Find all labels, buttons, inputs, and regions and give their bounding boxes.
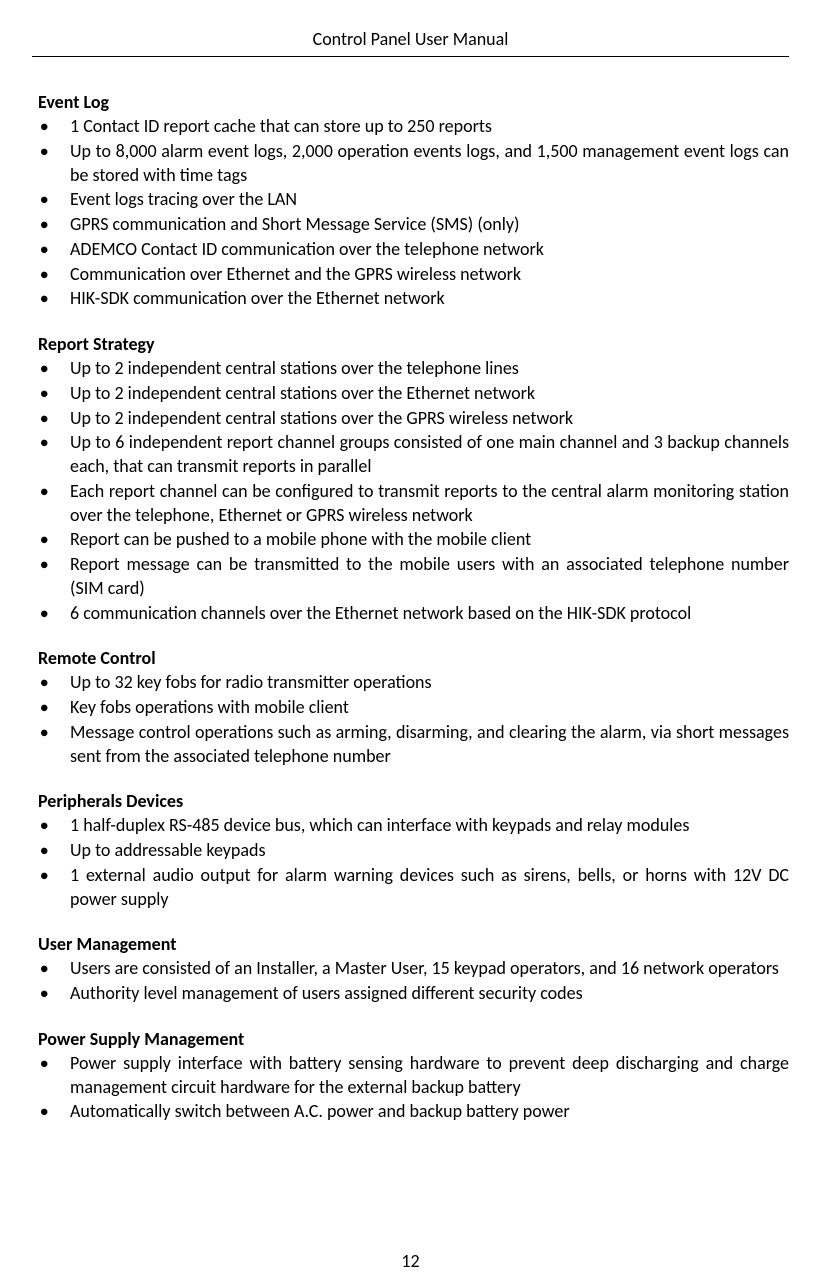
event-log-list: 1 Contact ID report cache that can store… bbox=[32, 115, 789, 311]
list-item: Communication over Ethernet and the GPRS… bbox=[38, 263, 789, 287]
page-number: 12 bbox=[0, 1250, 821, 1272]
list-item: 6 communication channels over the Ethern… bbox=[38, 602, 789, 626]
section-heading-remote-control: Remote Control bbox=[32, 647, 789, 669]
page-header: Control Panel User Manual bbox=[32, 28, 789, 57]
list-item: Report can be pushed to a mobile phone w… bbox=[38, 528, 789, 552]
list-item: ADEMCO Contact ID communication over the… bbox=[38, 238, 789, 262]
peripherals-devices-list: 1 half-duplex RS-485 device bus, which c… bbox=[32, 814, 789, 911]
list-item: 1 Contact ID report cache that can store… bbox=[38, 115, 789, 139]
list-item: Message control operations such as armin… bbox=[38, 721, 789, 769]
header-title: Control Panel User Manual bbox=[313, 28, 509, 50]
list-item: Each report channel can be configured to… bbox=[38, 480, 789, 528]
list-item: HIK-SDK communication over the Ethernet … bbox=[38, 287, 789, 311]
list-item: Report message can be transmitted to the… bbox=[38, 553, 789, 601]
list-item: Automatically switch between A.C. power … bbox=[38, 1100, 789, 1124]
section-heading-power-supply-management: Power Supply Management bbox=[32, 1028, 789, 1050]
list-item: Users are consisted of an Installer, a M… bbox=[38, 957, 789, 981]
list-item: Authority level management of users assi… bbox=[38, 982, 789, 1006]
document-page: Control Panel User Manual Event Log 1 Co… bbox=[0, 0, 821, 1286]
power-supply-management-list: Power supply interface with battery sens… bbox=[32, 1052, 789, 1124]
list-item: Up to 2 independent central stations ove… bbox=[38, 407, 789, 431]
section-heading-peripherals-devices: Peripherals Devices bbox=[32, 790, 789, 812]
list-item: Key fobs operations with mobile client bbox=[38, 696, 789, 720]
list-item: Up to 8,000 alarm event logs, 2,000 oper… bbox=[38, 140, 789, 188]
list-item: GPRS communication and Short Message Ser… bbox=[38, 213, 789, 237]
list-item: Up to 2 independent central stations ove… bbox=[38, 382, 789, 406]
list-item: Up to addressable keypads bbox=[38, 839, 789, 863]
user-management-list: Users are consisted of an Installer, a M… bbox=[32, 957, 789, 1006]
list-item: Up to 32 key fobs for radio transmitter … bbox=[38, 671, 789, 695]
report-strategy-list: Up to 2 independent central stations ove… bbox=[32, 357, 789, 625]
list-item: 1 half-duplex RS-485 device bus, which c… bbox=[38, 814, 789, 838]
remote-control-list: Up to 32 key fobs for radio transmitter … bbox=[32, 671, 789, 768]
list-item: Event logs tracing over the LAN bbox=[38, 188, 789, 212]
section-heading-event-log: Event Log bbox=[32, 91, 789, 113]
list-item: Power supply interface with battery sens… bbox=[38, 1052, 789, 1100]
list-item: 1 external audio output for alarm warnin… bbox=[38, 864, 789, 912]
section-heading-report-strategy: Report Strategy bbox=[32, 333, 789, 355]
list-item: Up to 6 independent report channel group… bbox=[38, 431, 789, 479]
section-heading-user-management: User Management bbox=[32, 933, 789, 955]
list-item: Up to 2 independent central stations ove… bbox=[38, 357, 789, 381]
